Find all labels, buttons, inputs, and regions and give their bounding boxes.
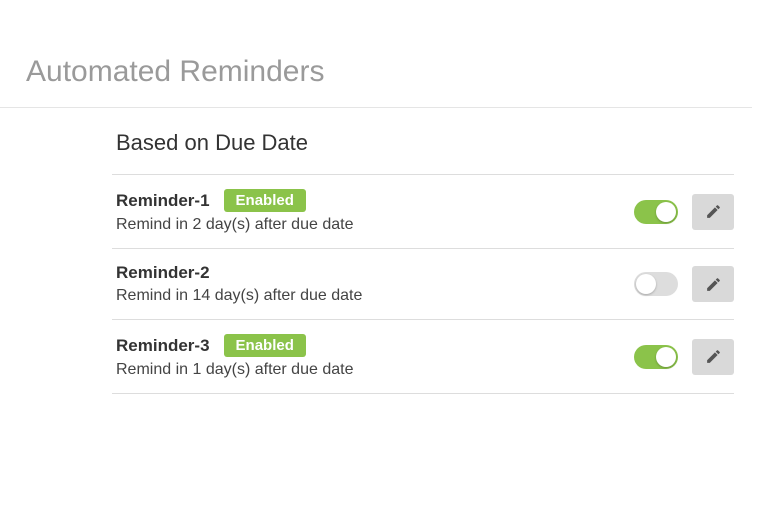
reminder-info: Reminder-2 Remind in 14 day(s) after due… <box>116 263 362 305</box>
edit-button[interactable] <box>692 339 734 375</box>
reminder-name: Reminder-3 <box>116 336 210 356</box>
edit-button[interactable] <box>692 266 734 302</box>
reminder-toggle[interactable] <box>634 200 678 224</box>
pencil-icon <box>705 203 722 220</box>
reminder-controls <box>634 339 734 375</box>
section-title: Based on Due Date <box>112 130 734 175</box>
reminder-toggle[interactable] <box>634 272 678 296</box>
pencil-icon <box>705 348 722 365</box>
status-badge: Enabled <box>224 334 306 357</box>
status-badge: Enabled <box>224 189 306 212</box>
reminder-info: Reminder-1 Enabled Remind in 2 day(s) af… <box>116 189 353 234</box>
reminder-row: Reminder-3 Enabled Remind in 1 day(s) af… <box>112 320 734 394</box>
reminder-controls <box>634 194 734 230</box>
reminder-row: Reminder-1 Enabled Remind in 2 day(s) af… <box>112 175 734 249</box>
reminder-header: Reminder-3 Enabled <box>116 334 353 357</box>
reminder-description: Remind in 1 day(s) after due date <box>116 361 353 379</box>
reminder-header: Reminder-1 Enabled <box>116 189 353 212</box>
reminders-section: Based on Due Date Reminder-1 Enabled Rem… <box>0 108 768 394</box>
reminder-controls <box>634 266 734 302</box>
reminder-toggle[interactable] <box>634 345 678 369</box>
edit-button[interactable] <box>692 194 734 230</box>
reminder-header: Reminder-2 <box>116 263 362 283</box>
reminder-description: Remind in 2 day(s) after due date <box>116 216 353 234</box>
reminder-description: Remind in 14 day(s) after due date <box>116 287 362 305</box>
reminder-name: Reminder-1 <box>116 191 210 211</box>
page-title: Automated Reminders <box>0 0 752 108</box>
reminder-name: Reminder-2 <box>116 263 210 283</box>
reminder-info: Reminder-3 Enabled Remind in 1 day(s) af… <box>116 334 353 379</box>
reminder-row: Reminder-2 Remind in 14 day(s) after due… <box>112 249 734 320</box>
pencil-icon <box>705 276 722 293</box>
